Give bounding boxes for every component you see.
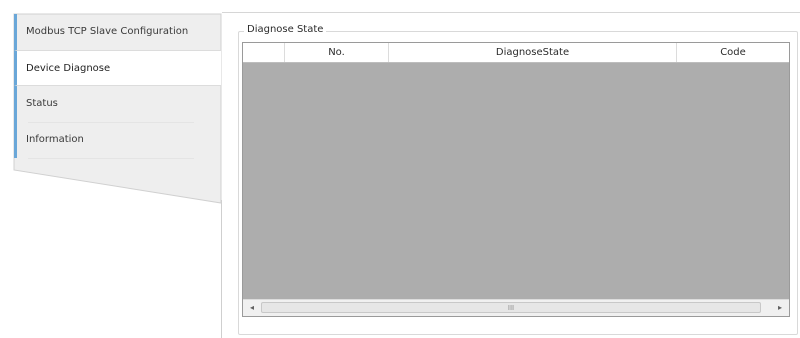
nav-item-label: Status [26, 98, 58, 109]
scroll-left-arrow-icon[interactable]: ◂ [244, 300, 260, 316]
diagnose-state-table[interactable]: No. DiagnoseState Code ◂ III ▸ [242, 42, 790, 317]
device-config-window: Modbus TCP Slave Configuration Device Di… [0, 0, 800, 338]
content-left-border [221, 200, 222, 338]
nav-item-modbus-tcp-slave-configuration[interactable]: Modbus TCP Slave Configuration [14, 14, 221, 50]
scrollbar-thumb[interactable]: III [261, 302, 761, 313]
nav-divider [28, 158, 194, 159]
row-header-corner[interactable] [243, 43, 285, 62]
scrollbar-grip-icon: III [507, 304, 515, 312]
groupbox-title: Diagnose State [244, 23, 327, 37]
nav-item-label: Device Diagnose [26, 63, 111, 74]
scroll-right-arrow-icon[interactable]: ▸ [772, 300, 788, 316]
nav-item-label: Modbus TCP Slave Configuration [26, 26, 189, 37]
nav-item-status[interactable]: Status [14, 86, 221, 122]
column-header-code[interactable]: Code [677, 43, 789, 62]
nav-item-information[interactable]: Information [14, 122, 221, 158]
horizontal-scrollbar[interactable]: ◂ III ▸ [243, 299, 789, 316]
table-header-row: No. DiagnoseState Code [243, 43, 789, 63]
nav-item-device-diagnose[interactable]: Device Diagnose [14, 50, 221, 86]
column-header-diagnose-state[interactable]: DiagnoseState [389, 43, 677, 62]
nav-item-label: Information [26, 134, 84, 145]
column-header-no[interactable]: No. [285, 43, 389, 62]
content-top-border [222, 12, 800, 13]
